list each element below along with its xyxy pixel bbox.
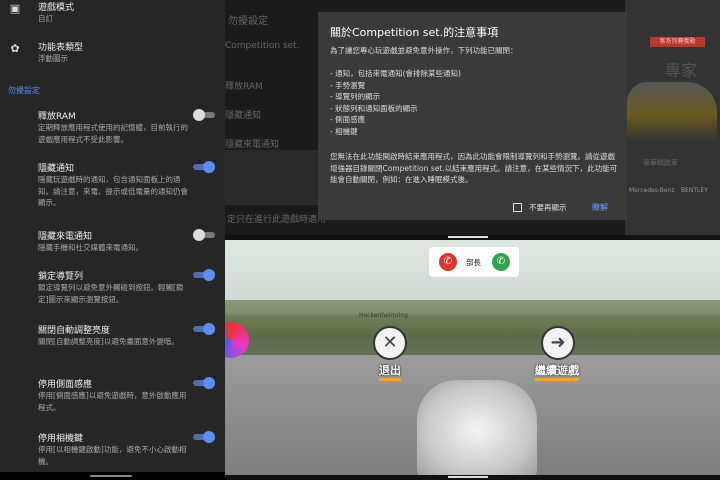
setting-title: 停用側面感應	[38, 380, 93, 390]
dialog-intro: 為了讓您專心玩遊戲並避免意外操作，下列功能已關閉：	[330, 46, 518, 55]
track-name: Hockenheimring	[359, 312, 408, 319]
edge-panel-toggle[interactable]	[193, 377, 215, 389]
menu-type-icon: ✿	[10, 42, 20, 55]
settings-panel: ▣ 遊戲模式 自訂 ✿ 功能表類型 浮動圖示 勿擾設定 釋放RAM 定期釋放應用…	[0, 0, 225, 480]
bg-row-label: 隱藏通知	[225, 111, 262, 121]
setting-title: 停用相機鍵	[38, 434, 84, 444]
brand-logo: BENTLEY	[681, 187, 708, 194]
setting-title: 隱藏來電通知	[38, 232, 93, 242]
menu-type-item[interactable]: ✿ 功能表類型 浮動圖示	[0, 40, 225, 74]
bg-note: 定只在進行此遊戲時適用	[227, 215, 327, 225]
bg-row-label: 隱藏來電通知	[225, 140, 280, 150]
game-mode-value: 自訂	[38, 14, 53, 23]
dialog-note: 您無法在此功能開啟時結束應用程式，因為此功能會限制導覽列和手勢瀏覽。請從遊戲增強…	[330, 152, 618, 184]
exit-icon[interactable]: ✕	[373, 326, 407, 360]
setting-desc: 鎖定導覽列以避免意外觸碰到按鈕。輕觸[鎖定]圖示來顯示瀏覽按鈕。	[38, 283, 184, 304]
free-ram-toggle[interactable]	[193, 109, 215, 121]
list-item: - 手勢瀏覽	[330, 80, 366, 90]
exit-button[interactable]: 退出	[379, 362, 401, 381]
car-card-name: 專家	[665, 61, 698, 80]
setting-title: 鎖定導覽列	[38, 272, 84, 282]
continue-arrow-icon[interactable]: ➜	[541, 326, 575, 360]
list-item: - 通知，包括來電通知(會排除某些通知)	[330, 69, 461, 78]
setting-desc: 關閉[自動調整亮度]以避免畫面意外變暗。	[38, 337, 179, 346]
brand-logo: Mercedes-Benz	[629, 187, 675, 194]
dialog-title: 關於Competition set.的注意事項	[330, 26, 499, 39]
hide-notifications-toggle[interactable]	[193, 161, 215, 173]
decline-call-icon[interactable]: ✆	[439, 253, 457, 271]
list-item: - 側面感應	[330, 115, 366, 124]
competition-set-dialog: 關於Competition set.的注意事項 為了讓您專心玩遊戲並避免意外操作…	[318, 12, 627, 220]
list-item: - 相機鍵	[330, 126, 358, 136]
car-card-header: 客系列賽獎勵	[650, 37, 705, 47]
auto-brightness-toggle[interactable]	[193, 323, 215, 335]
incoming-call-popup: ✆ 部長 ✆	[429, 247, 519, 277]
car-card-label: 豪華轎跑車	[643, 159, 678, 167]
continue-game-button[interactable]: 繼續遊戲	[535, 362, 579, 381]
hide-calls-toggle[interactable]	[193, 229, 215, 241]
nav-handle[interactable]	[0, 472, 225, 480]
setting-desc: 停用[以相機鍵啟動]功能，避免不小心啟動相機。	[38, 445, 187, 466]
setting-desc: 定期釋放應用程式使用的記憶體，目前執行的遊戲應用程式不受此影響。	[38, 123, 188, 144]
dnd-section-header: 勿擾設定	[8, 86, 40, 95]
bottom-nav-handle[interactable]	[225, 475, 720, 480]
disabled-features-list: - 通知，包括來電通知(會排除某些通知) - 手勢瀏覽 - 導覽列的顯示 - 狀…	[330, 68, 461, 137]
dont-show-again-checkbox[interactable]	[513, 203, 522, 212]
car-image	[627, 82, 717, 142]
gamepad-icon: ▣	[9, 2, 21, 15]
setting-desc: 隱藏玩遊戲時的通知，包含通知面板上的通知。請注意，來電、提示或低電量的通知仍會顯…	[38, 175, 188, 207]
menu-type-title: 功能表類型	[38, 43, 84, 53]
setting-title: 隱藏通知	[38, 164, 75, 174]
trees-background	[225, 300, 720, 360]
camera-key-toggle[interactable]	[193, 431, 215, 443]
setting-title: 釋放RAM	[38, 112, 76, 122]
dont-show-again-label[interactable]: 不要再顯示	[529, 202, 567, 213]
lock-navbar-toggle[interactable]	[193, 269, 215, 281]
menu-type-value: 浮動圖示	[38, 54, 68, 63]
caller-name: 部長	[466, 258, 481, 267]
bg-competition-label: Competition set.	[225, 41, 300, 51]
game-mode-title: 遊戲模式	[38, 3, 75, 13]
accept-call-icon[interactable]: ✆	[492, 253, 510, 271]
car-card[interactable]: 客系列賽獎勵 專家 豪華轎跑車 Mercedes-Benz BENTLEY	[625, 0, 720, 240]
player-car	[417, 380, 537, 480]
setting-desc: 隱藏手機和社交媒體來電通知。	[38, 243, 143, 252]
list-item: - 導覽列的顯示	[330, 92, 381, 101]
game-mode-item[interactable]: ▣ 遊戲模式 自訂	[0, 0, 225, 34]
list-item: - 狀態列和通知面板的顯示	[330, 103, 418, 113]
bg-section-label: 勿擾設定	[228, 16, 268, 27]
setting-desc: 停用[側面感應]以避免遊戲時，意外啟動應用程式。	[38, 391, 187, 412]
understand-button[interactable]: 瞭解	[592, 202, 608, 213]
setting-title: 關閉自動調整亮度	[38, 326, 111, 336]
bg-row-label: 釋放RAM	[225, 82, 263, 92]
